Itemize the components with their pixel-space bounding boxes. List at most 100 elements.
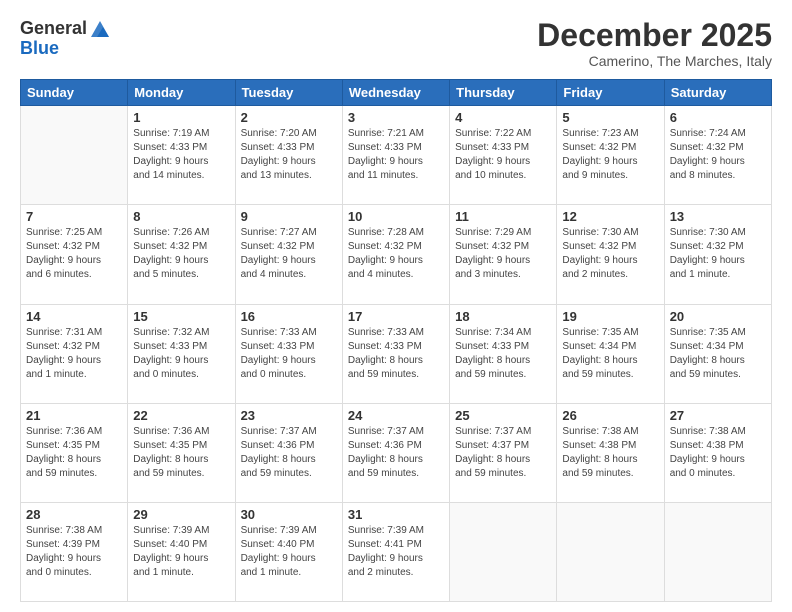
day-cell: 23 Sunrise: 7:37 AMSunset: 4:36 PMDayligh… [235, 403, 342, 502]
day-number: 14 [26, 309, 122, 324]
day-cell [450, 502, 557, 601]
day-cell: 6 Sunrise: 7:24 AMSunset: 4:32 PMDaylight… [664, 106, 771, 205]
day-cell: 19 Sunrise: 7:35 AMSunset: 4:34 PMDayligh… [557, 304, 664, 403]
day-info: Sunrise: 7:19 AMSunset: 4:33 PMDaylight:… [133, 127, 229, 183]
day-cell [557, 502, 664, 601]
day-number: 6 [670, 110, 766, 125]
day-info: Sunrise: 7:33 AMSunset: 4:33 PMDaylight:… [348, 326, 444, 382]
logo-general: General [20, 19, 87, 39]
day-cell: 20 Sunrise: 7:35 AMSunset: 4:34 PMDayligh… [664, 304, 771, 403]
day-cell: 8 Sunrise: 7:26 AMSunset: 4:32 PMDaylight… [128, 205, 235, 304]
day-cell: 31 Sunrise: 7:39 AMSunset: 4:41 PMDayligh… [342, 502, 449, 601]
day-number: 22 [133, 408, 229, 423]
day-cell: 29 Sunrise: 7:39 AMSunset: 4:40 PMDayligh… [128, 502, 235, 601]
day-info: Sunrise: 7:38 AMSunset: 4:38 PMDaylight:… [670, 425, 766, 481]
day-info: Sunrise: 7:24 AMSunset: 4:32 PMDaylight:… [670, 127, 766, 183]
day-cell: 17 Sunrise: 7:33 AMSunset: 4:33 PMDayligh… [342, 304, 449, 403]
week-row-2: 7 Sunrise: 7:25 AMSunset: 4:32 PMDaylight… [21, 205, 772, 304]
day-number: 8 [133, 209, 229, 224]
day-number: 9 [241, 209, 337, 224]
month-title: December 2025 [537, 18, 772, 53]
day-number: 26 [562, 408, 658, 423]
day-number: 3 [348, 110, 444, 125]
day-number: 17 [348, 309, 444, 324]
day-info: Sunrise: 7:33 AMSunset: 4:33 PMDaylight:… [241, 326, 337, 382]
day-info: Sunrise: 7:39 AMSunset: 4:41 PMDaylight:… [348, 524, 444, 580]
day-number: 20 [670, 309, 766, 324]
day-info: Sunrise: 7:37 AMSunset: 4:36 PMDaylight:… [241, 425, 337, 481]
day-cell: 14 Sunrise: 7:31 AMSunset: 4:32 PMDayligh… [21, 304, 128, 403]
day-info: Sunrise: 7:27 AMSunset: 4:32 PMDaylight:… [241, 226, 337, 282]
day-number: 1 [133, 110, 229, 125]
header-friday: Friday [557, 80, 664, 106]
day-number: 31 [348, 507, 444, 522]
day-cell: 21 Sunrise: 7:36 AMSunset: 4:35 PMDayligh… [21, 403, 128, 502]
day-cell: 18 Sunrise: 7:34 AMSunset: 4:33 PMDayligh… [450, 304, 557, 403]
location: Camerino, The Marches, Italy [537, 53, 772, 69]
day-number: 11 [455, 209, 551, 224]
day-cell: 30Sunrise: 7:39 AMSunset: 4:40 PMDayligh… [235, 502, 342, 601]
logo: General Blue [20, 18, 111, 59]
day-info: Sunrise: 7:31 AMSunset: 4:32 PMDaylight:… [26, 326, 122, 382]
day-number: 29 [133, 507, 229, 522]
day-cell: 15 Sunrise: 7:32 AMSunset: 4:33 PMDayligh… [128, 304, 235, 403]
day-number: 23 [241, 408, 337, 423]
day-number: 5 [562, 110, 658, 125]
header: General Blue December 2025 Camerino, The… [20, 18, 772, 69]
day-number: 10 [348, 209, 444, 224]
week-row-5: 28Sunrise: 7:38 AMSunset: 4:39 PMDayligh… [21, 502, 772, 601]
day-number: 18 [455, 309, 551, 324]
day-info: Sunrise: 7:39 AMSunset: 4:40 PMDaylight:… [133, 524, 229, 580]
day-info: Sunrise: 7:20 AMSunset: 4:33 PMDaylight:… [241, 127, 337, 183]
day-info: Sunrise: 7:26 AMSunset: 4:32 PMDaylight:… [133, 226, 229, 282]
day-info: Sunrise: 7:35 AMSunset: 4:34 PMDaylight:… [670, 326, 766, 382]
week-row-4: 21 Sunrise: 7:36 AMSunset: 4:35 PMDayligh… [21, 403, 772, 502]
day-cell [664, 502, 771, 601]
logo-blue: Blue [20, 39, 111, 59]
day-info: Sunrise: 7:37 AMSunset: 4:36 PMDaylight:… [348, 425, 444, 481]
day-number: 2 [241, 110, 337, 125]
weekday-header-row: Sunday Monday Tuesday Wednesday Thursday… [21, 80, 772, 106]
day-cell: 3 Sunrise: 7:21 AMSunset: 4:33 PMDaylight… [342, 106, 449, 205]
day-info: Sunrise: 7:32 AMSunset: 4:33 PMDaylight:… [133, 326, 229, 382]
day-number: 21 [26, 408, 122, 423]
calendar-table: Sunday Monday Tuesday Wednesday Thursday… [20, 79, 772, 602]
day-number: 7 [26, 209, 122, 224]
day-cell: 7 Sunrise: 7:25 AMSunset: 4:32 PMDaylight… [21, 205, 128, 304]
day-number: 15 [133, 309, 229, 324]
day-info: Sunrise: 7:25 AMSunset: 4:32 PMDaylight:… [26, 226, 122, 282]
day-info: Sunrise: 7:30 AMSunset: 4:32 PMDaylight:… [670, 226, 766, 282]
day-info: Sunrise: 7:36 AMSunset: 4:35 PMDaylight:… [26, 425, 122, 481]
day-cell: 22 Sunrise: 7:36 AMSunset: 4:35 PMDayligh… [128, 403, 235, 502]
day-cell: 28Sunrise: 7:38 AMSunset: 4:39 PMDayligh… [21, 502, 128, 601]
day-cell: 13Sunrise: 7:30 AMSunset: 4:32 PMDayligh… [664, 205, 771, 304]
day-number: 19 [562, 309, 658, 324]
day-cell: 10Sunrise: 7:28 AMSunset: 4:32 PMDayligh… [342, 205, 449, 304]
header-wednesday: Wednesday [342, 80, 449, 106]
day-info: Sunrise: 7:36 AMSunset: 4:35 PMDaylight:… [133, 425, 229, 481]
day-info: Sunrise: 7:21 AMSunset: 4:33 PMDaylight:… [348, 127, 444, 183]
header-saturday: Saturday [664, 80, 771, 106]
title-block: December 2025 Camerino, The Marches, Ita… [537, 18, 772, 69]
day-info: Sunrise: 7:35 AMSunset: 4:34 PMDaylight:… [562, 326, 658, 382]
week-row-1: 1 Sunrise: 7:19 AMSunset: 4:33 PMDaylight… [21, 106, 772, 205]
day-number: 27 [670, 408, 766, 423]
day-number: 16 [241, 309, 337, 324]
header-monday: Monday [128, 80, 235, 106]
day-info: Sunrise: 7:39 AMSunset: 4:40 PMDaylight:… [241, 524, 337, 580]
day-cell: 11 Sunrise: 7:29 AMSunset: 4:32 PMDayligh… [450, 205, 557, 304]
day-number: 25 [455, 408, 551, 423]
day-info: Sunrise: 7:34 AMSunset: 4:33 PMDaylight:… [455, 326, 551, 382]
day-cell: 1 Sunrise: 7:19 AMSunset: 4:33 PMDaylight… [128, 106, 235, 205]
header-tuesday: Tuesday [235, 80, 342, 106]
day-cell: 16 Sunrise: 7:33 AMSunset: 4:33 PMDayligh… [235, 304, 342, 403]
header-thursday: Thursday [450, 80, 557, 106]
day-cell: 9 Sunrise: 7:27 AMSunset: 4:32 PMDaylight… [235, 205, 342, 304]
day-cell: 24Sunrise: 7:37 AMSunset: 4:36 PMDayligh… [342, 403, 449, 502]
day-info: Sunrise: 7:29 AMSunset: 4:32 PMDaylight:… [455, 226, 551, 282]
day-cell: 25Sunrise: 7:37 AMSunset: 4:37 PMDayligh… [450, 403, 557, 502]
day-info: Sunrise: 7:38 AMSunset: 4:38 PMDaylight:… [562, 425, 658, 481]
day-info: Sunrise: 7:38 AMSunset: 4:39 PMDaylight:… [26, 524, 122, 580]
day-cell [21, 106, 128, 205]
day-number: 4 [455, 110, 551, 125]
